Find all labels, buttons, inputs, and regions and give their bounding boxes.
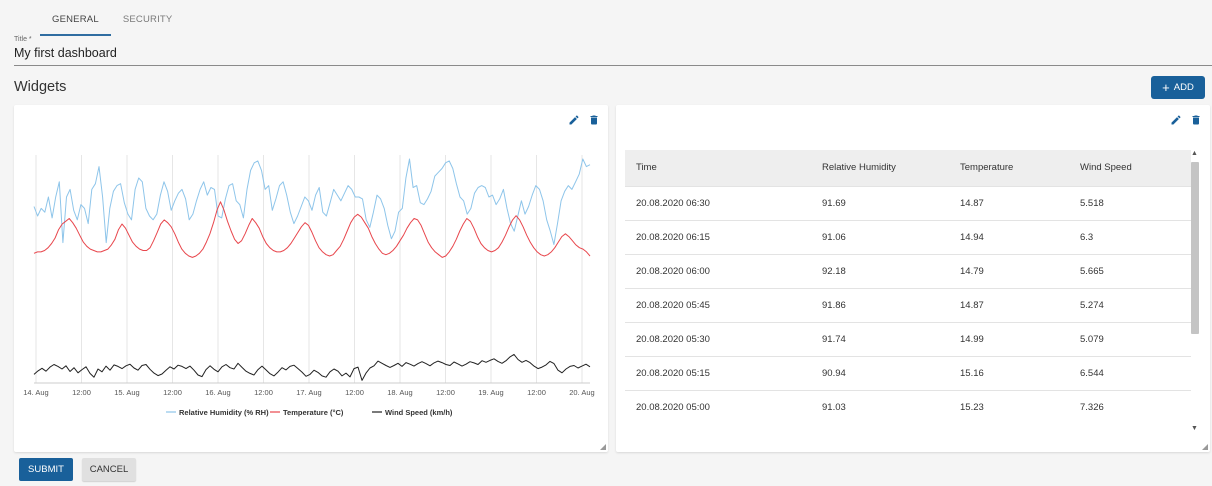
- table-row: 20.08.2020 05:00 91.03 15.23 7.326: [625, 390, 1191, 424]
- cell-wind-speed: 5.518: [1080, 197, 1104, 209]
- cell-relative-humidity: 91.03: [822, 401, 846, 413]
- column-header-wind-speed[interactable]: Wind Speed: [1069, 150, 1191, 186]
- tab-bar: GENERAL SECURITY: [40, 10, 184, 36]
- cell-time: 20.08.2020 06:00: [636, 265, 710, 277]
- chart-series: [33, 158, 591, 381]
- trash-icon[interactable]: [1190, 114, 1202, 126]
- x-tick-label: 12:00: [254, 388, 273, 397]
- cell-time: 20.08.2020 05:30: [636, 333, 710, 345]
- cell-wind-speed: 5.274: [1080, 299, 1104, 311]
- legend-item-label[interactable]: Relative Humidity (% RH): [179, 408, 269, 417]
- table-widget: Time Relative Humidity Temperature Wind …: [616, 105, 1210, 452]
- series-line-wind-speed: [33, 353, 591, 381]
- chart-widget: 14. Aug 12:00 15. Aug 12:00 16. Aug 12:00 17. …: [14, 105, 608, 452]
- tab-general[interactable]: GENERAL: [40, 10, 111, 36]
- scrollbar-thumb[interactable]: [1191, 162, 1199, 334]
- cell-relative-humidity: 91.74: [822, 333, 846, 345]
- cell-temperature: 14.79: [960, 265, 984, 277]
- pencil-icon[interactable]: [1170, 114, 1182, 126]
- legend-item-label[interactable]: Temperature (°C): [283, 408, 344, 417]
- cell-relative-humidity: 91.69: [822, 197, 846, 209]
- x-tick-label: 18. Aug: [387, 388, 412, 397]
- add-widget-button-label: ADD: [1173, 82, 1194, 93]
- cell-wind-speed: 5.665: [1080, 265, 1104, 277]
- cell-wind-speed: 7.326: [1080, 401, 1104, 413]
- table-row: 20.08.2020 05:45 91.86 14.87 5.274: [625, 288, 1191, 322]
- submit-button[interactable]: SUBMIT: [19, 458, 73, 481]
- resize-handle-icon[interactable]: [1202, 444, 1208, 450]
- table-row: 20.08.2020 05:15 90.94 15.16 6.544: [625, 356, 1191, 390]
- cell-relative-humidity: 90.94: [822, 367, 846, 379]
- chart-grid: [34, 155, 590, 384]
- line-chart: 14. Aug 12:00 15. Aug 12:00 16. Aug 12:00 17. …: [23, 155, 595, 417]
- table-header-row: Time Relative Humidity Temperature Wind …: [625, 150, 1191, 186]
- widgets-heading: Widgets: [14, 79, 67, 95]
- title-field-label: Title *: [14, 36, 32, 43]
- resize-handle-icon[interactable]: [600, 444, 606, 450]
- x-tick-label: 17. Aug: [296, 388, 321, 397]
- cell-temperature: 14.87: [960, 299, 984, 311]
- table-row: 20.08.2020 06:00 92.18 14.79 5.665: [625, 254, 1191, 288]
- x-tick-label: 12:00: [72, 388, 91, 397]
- cell-temperature: 14.99: [960, 333, 984, 345]
- x-tick-label: 12:00: [436, 388, 455, 397]
- data-table-container: Time Relative Humidity Temperature Wind …: [625, 150, 1203, 426]
- table-widget-tools: [1170, 114, 1202, 126]
- cell-time: 20.08.2020 05:00: [636, 401, 710, 413]
- cell-temperature: 14.94: [960, 231, 984, 243]
- plus-icon: +: [1162, 80, 1170, 95]
- column-header-time[interactable]: Time: [625, 150, 811, 186]
- data-table: Time Relative Humidity Temperature Wind …: [625, 150, 1191, 424]
- x-tick-label: 14. Aug: [23, 388, 48, 397]
- x-tick-label: 20. Aug: [569, 388, 594, 397]
- chevron-down-icon[interactable]: ▼: [1191, 425, 1198, 432]
- column-header-relative-humidity[interactable]: Relative Humidity: [811, 150, 949, 186]
- x-tick-label: 12:00: [163, 388, 182, 397]
- cell-relative-humidity: 92.18: [822, 265, 846, 277]
- legend-item-label[interactable]: Wind Speed (km/h): [385, 408, 453, 417]
- column-header-temperature[interactable]: Temperature: [949, 150, 1069, 186]
- cell-temperature: 15.16: [960, 367, 984, 379]
- cell-time: 20.08.2020 06:15: [636, 231, 710, 243]
- chart-legend[interactable]: Relative Humidity (% RH) Temperature (°C)…: [166, 408, 453, 417]
- title-field[interactable]: Title * My first dashboard: [14, 36, 1212, 66]
- cell-temperature: 14.87: [960, 197, 984, 209]
- tab-security[interactable]: SECURITY: [111, 10, 185, 36]
- cell-time: 20.08.2020 06:30: [636, 197, 710, 209]
- title-field-value[interactable]: My first dashboard: [14, 46, 1212, 60]
- cell-wind-speed: 6.544: [1080, 367, 1104, 379]
- x-tick-label: 15. Aug: [114, 388, 139, 397]
- table-scrollbar[interactable]: ▲ ▼: [1189, 150, 1201, 432]
- cell-wind-speed: 5.079: [1080, 333, 1104, 345]
- x-tick-label: 16. Aug: [205, 388, 230, 397]
- cancel-button[interactable]: CANCEL: [82, 458, 136, 481]
- cell-relative-humidity: 91.06: [822, 231, 846, 243]
- chart-x-axis: 14. Aug 12:00 15. Aug 12:00 16. Aug 12:00 17. …: [23, 388, 594, 397]
- cell-wind-speed: 6.3: [1080, 231, 1094, 243]
- x-tick-label: 19. Aug: [478, 388, 503, 397]
- table-row: 20.08.2020 06:30 91.69 14.87 5.518: [625, 186, 1191, 220]
- cell-time: 20.08.2020 05:15: [636, 367, 710, 379]
- cell-time: 20.08.2020 05:45: [636, 299, 710, 311]
- table-row: 20.08.2020 06:15 91.06 14.94 6.3: [625, 220, 1191, 254]
- x-tick-label: 12:00: [345, 388, 364, 397]
- table-row: 20.08.2020 05:30 91.74 14.99 5.079: [625, 322, 1191, 356]
- add-widget-button[interactable]: + ADD: [1151, 76, 1205, 99]
- cell-temperature: 15.23: [960, 401, 984, 413]
- chevron-up-icon[interactable]: ▲: [1191, 150, 1198, 157]
- cell-relative-humidity: 91.86: [822, 299, 846, 311]
- x-tick-label: 12:00: [527, 388, 546, 397]
